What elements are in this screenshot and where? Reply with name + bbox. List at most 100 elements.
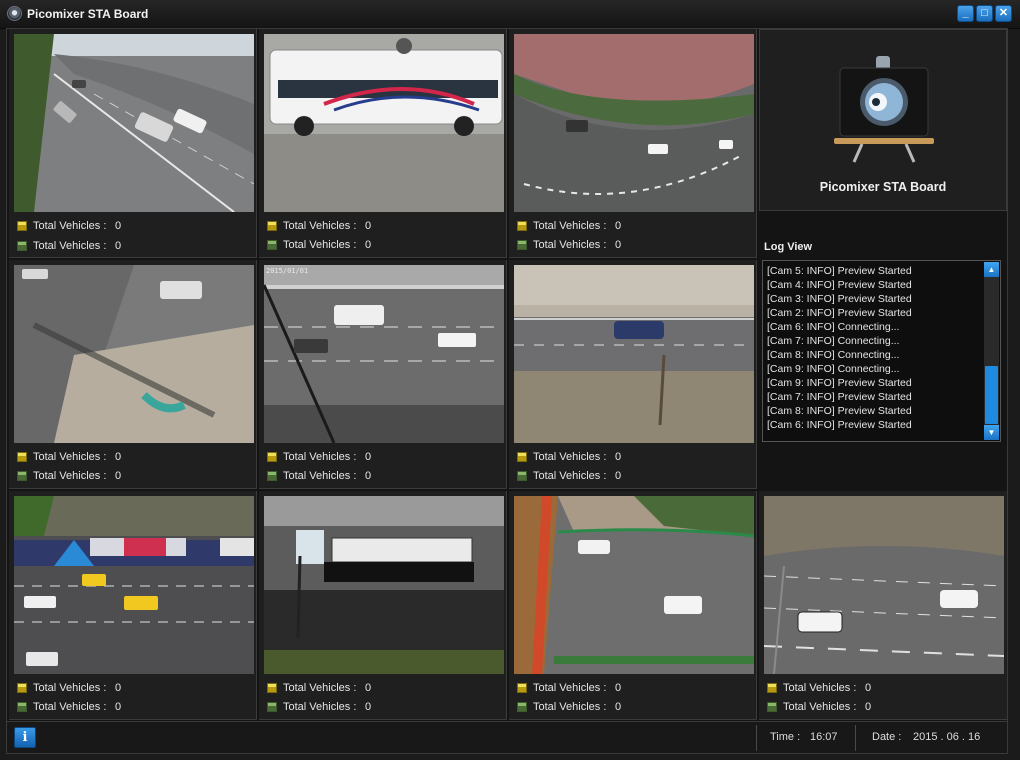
log-line: [Cam 5: INFO] Preview Started (767, 265, 912, 277)
time-label: Time : (770, 731, 801, 743)
lane-a-icon (767, 683, 777, 693)
brand-name: Picomixer STA Board (819, 180, 947, 194)
camera-cell-9[interactable]: Total Vehicles : 0 Total Vehicles : 0 (509, 491, 757, 720)
total-vehicles-label: Total Vehicles : (533, 470, 607, 482)
app-camera-icon (7, 6, 22, 21)
camera-cell-7[interactable]: Total Vehicles : 0 Total Vehicles : 0 (9, 491, 257, 720)
total-vehicles-label: Total Vehicles : (533, 682, 607, 694)
total-vehicles-a-value: 0 (865, 682, 872, 694)
status-divider (756, 725, 757, 751)
total-vehicles-b-value: 0 (365, 239, 372, 251)
total-vehicles-b-value: 0 (865, 701, 872, 713)
total-vehicles-b-value: 0 (615, 239, 622, 251)
lane-b-icon (517, 702, 527, 712)
lane-a-icon (267, 683, 277, 693)
total-vehicles-label: Total Vehicles : (533, 701, 607, 713)
lane-a-icon (17, 221, 27, 231)
total-vehicles-label: Total Vehicles : (33, 240, 107, 252)
total-vehicles-b-value: 0 (615, 470, 622, 482)
camera-feed-4[interactable] (14, 265, 254, 443)
title-bar[interactable]: Picomixer STA Board _ □ ✕ (0, 0, 1020, 29)
lane-a-icon (517, 683, 527, 693)
log-line: [Cam 7: INFO] Connecting... (767, 335, 900, 347)
lane-a-icon (17, 452, 27, 462)
camera-cell-5[interactable]: 2015/01/01 Total Vehicles : 0 Total Vehi… (259, 260, 507, 489)
total-vehicles-label: Total Vehicles : (33, 220, 107, 232)
log-line: [Cam 6: INFO] Connecting... (767, 321, 900, 333)
status-bar: i Time : 16:07 Date : 2015 . 06 . 16 (6, 722, 1008, 754)
log-list: [Cam 5: INFO] Preview Started [Cam 4: IN… (767, 264, 982, 432)
total-vehicles-label: Total Vehicles : (33, 701, 107, 713)
log-line: [Cam 4: INFO] Preview Started (767, 279, 912, 291)
total-vehicles-b-value: 0 (115, 470, 122, 482)
lane-a-icon (17, 683, 27, 693)
lane-a-icon (267, 221, 277, 231)
minimize-button[interactable]: _ (957, 5, 974, 22)
total-vehicles-b-value: 0 (365, 470, 372, 482)
total-vehicles-a-value: 0 (615, 682, 622, 694)
total-vehicles-a-value: 0 (115, 220, 122, 232)
total-vehicles-a-value: 0 (115, 682, 122, 694)
scroll-up-arrow-icon[interactable]: ▲ (984, 262, 999, 277)
camera-feed-5[interactable]: 2015/01/01 (264, 265, 504, 443)
total-vehicles-label: Total Vehicles : (533, 239, 607, 251)
total-vehicles-a-value: 0 (365, 220, 372, 232)
total-vehicles-label: Total Vehicles : (283, 451, 357, 463)
total-vehicles-label: Total Vehicles : (283, 239, 357, 251)
brand-panel: Picomixer STA Board (759, 29, 1007, 211)
camera-feed-8[interactable] (264, 496, 504, 674)
camera-cell-3[interactable]: Total Vehicles : 0 Total Vehicles : 0 (509, 29, 757, 258)
lane-b-icon (267, 471, 277, 481)
total-vehicles-label: Total Vehicles : (283, 220, 357, 232)
lane-b-icon (17, 241, 27, 251)
log-scroll-thumb[interactable] (985, 366, 998, 424)
log-line: [Cam 3: INFO] Preview Started (767, 293, 912, 305)
camera-cell-6[interactable]: Total Vehicles : 0 Total Vehicles : 0 (509, 260, 757, 489)
log-view[interactable]: [Cam 5: INFO] Preview Started [Cam 4: IN… (762, 260, 1001, 442)
camera-feed-2[interactable] (264, 34, 504, 212)
total-vehicles-label: Total Vehicles : (533, 220, 607, 232)
info-icon[interactable]: i (14, 727, 36, 748)
camera-cell-2[interactable]: Total Vehicles : 0 Total Vehicles : 0 (259, 29, 507, 258)
close-button[interactable]: ✕ (995, 5, 1012, 22)
log-view-title: Log View (764, 241, 813, 253)
total-vehicles-label: Total Vehicles : (283, 682, 357, 694)
lane-b-icon (767, 702, 777, 712)
camera-grid: Total Vehicles : 0 Total Vehicles : 0 To… (6, 28, 1008, 722)
log-scrollbar[interactable]: ▲ ▼ (984, 262, 999, 440)
lane-b-icon (17, 471, 27, 481)
lane-b-icon (267, 702, 277, 712)
total-vehicles-a-value: 0 (615, 451, 622, 463)
total-vehicles-label: Total Vehicles : (33, 470, 107, 482)
camera-feed-1[interactable] (14, 34, 254, 212)
date-value: 2015 . 06 . 16 (913, 731, 981, 743)
log-line: [Cam 8: INFO] Connecting... (767, 349, 900, 361)
total-vehicles-b-value: 0 (615, 701, 622, 713)
total-vehicles-a-value: 0 (365, 451, 372, 463)
camera-feed-3[interactable] (514, 34, 754, 212)
time-value: 16:07 (810, 731, 838, 743)
total-vehicles-label: Total Vehicles : (33, 451, 107, 463)
maximize-button[interactable]: □ (976, 5, 993, 22)
total-vehicles-label: Total Vehicles : (783, 682, 857, 694)
camera-overlay-date: 2015/01/01 (266, 267, 309, 275)
camera-feed-6[interactable] (514, 265, 754, 443)
total-vehicles-a-value: 0 (115, 451, 122, 463)
total-vehicles-label: Total Vehicles : (283, 470, 357, 482)
status-divider (855, 725, 856, 751)
lane-a-icon (517, 452, 527, 462)
scroll-down-arrow-icon[interactable]: ▼ (984, 425, 999, 440)
log-line: [Cam 9: INFO] Preview Started (767, 377, 912, 389)
lane-b-icon (17, 702, 27, 712)
lane-b-icon (517, 471, 527, 481)
camera-cell-4[interactable]: Total Vehicles : 0 Total Vehicles : 0 (9, 260, 257, 489)
camera-cell-10[interactable]: Total Vehicles : 0 Total Vehicles : 0 (759, 491, 1007, 720)
camera-feed-9[interactable] (514, 496, 754, 674)
total-vehicles-b-value: 0 (365, 701, 372, 713)
lane-b-icon (517, 240, 527, 250)
webcam-easel-icon (834, 56, 934, 163)
camera-feed-10[interactable] (764, 496, 1004, 674)
camera-cell-8[interactable]: Total Vehicles : 0 Total Vehicles : 0 (259, 491, 507, 720)
camera-cell-1[interactable]: Total Vehicles : 0 Total Vehicles : 0 (9, 29, 257, 258)
camera-feed-7[interactable] (14, 496, 254, 674)
